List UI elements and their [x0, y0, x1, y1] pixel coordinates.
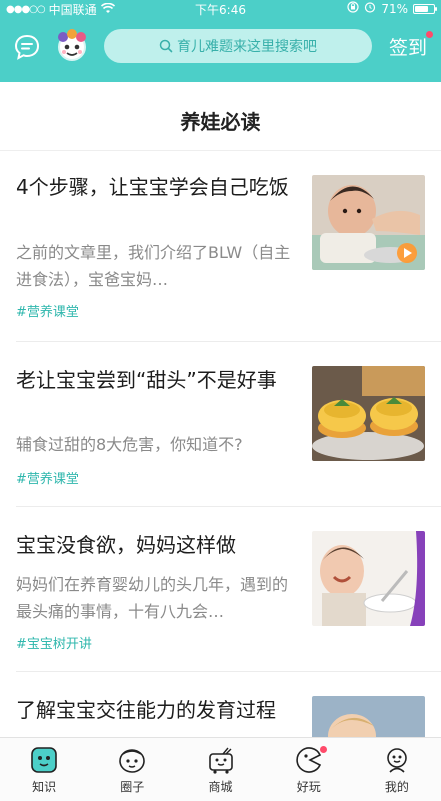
search-bar[interactable]: 育儿难题来这里搜索吧: [104, 29, 372, 63]
top-nav: 育儿难题来这里搜索吧 签到: [0, 18, 441, 82]
status-bar: ●●●○○ 中国联通 下午6:46 71%: [0, 0, 441, 18]
mascot-avatar-icon[interactable]: [55, 27, 89, 65]
tab-badge: [320, 746, 328, 753]
checkin-badge: [426, 31, 433, 38]
tab-label: 好玩: [296, 780, 321, 794]
tab-circle[interactable]: 圈子: [88, 738, 176, 801]
article-thumbnail[interactable]: [312, 531, 425, 626]
article-thumbnail[interactable]: [312, 366, 425, 461]
checkin-button[interactable]: 签到: [388, 31, 433, 60]
search-icon: [159, 39, 173, 53]
article-divider: [16, 671, 441, 672]
tab-label: 知识: [32, 780, 57, 794]
me-icon: [387, 748, 407, 773]
article-tag[interactable]: #营养课堂: [16, 301, 79, 320]
alarm-icon: [364, 1, 376, 16]
message-icon[interactable]: [12, 32, 42, 62]
article-thumbnail[interactable]: [312, 696, 425, 737]
rotation-lock-icon: [347, 1, 359, 16]
article-thumbnail[interactable]: [312, 175, 425, 270]
tab-mall[interactable]: 商城: [176, 738, 264, 801]
tab-knowledge[interactable]: 知识: [0, 738, 88, 801]
mall-icon: [208, 747, 233, 774]
article-divider: [16, 506, 441, 507]
tab-me[interactable]: 我的: [353, 738, 441, 801]
section-divider: [0, 150, 441, 151]
battery-percent: 71%: [381, 1, 408, 16]
battery-icon: [413, 3, 437, 14]
bottom-tab-bar: 知识 圈子 商城 好玩 我的: [0, 737, 441, 801]
knowledge-icon: [31, 747, 57, 773]
fun-icon: [296, 747, 321, 773]
circle-icon: [119, 749, 146, 773]
checkin-label: 签到: [388, 37, 427, 59]
tab-label: 圈子: [120, 780, 145, 794]
article-tag[interactable]: #宝宝树开讲: [16, 633, 92, 652]
article-title[interactable]: 了解宝宝交往能力的发育过程: [16, 694, 306, 726]
tab-label: 我的: [384, 780, 409, 794]
search-placeholder: 育儿难题来这里搜索吧: [177, 39, 317, 55]
article-desc: 妈妈们在养育婴幼儿的头几年，遇到的最头痛的事情，十有八九会…: [16, 575, 289, 621]
article-divider: [16, 341, 441, 342]
article-desc: 辅食过甜的8大危害，你知道不?: [16, 435, 243, 454]
article-tag[interactable]: #营养课堂: [16, 468, 79, 487]
section-title: 养娃必读: [180, 109, 261, 134]
article-title[interactable]: 老让宝宝尝到“甜头”不是好事: [16, 364, 298, 396]
tab-fun[interactable]: 好玩: [265, 738, 353, 801]
article-desc: 之前的文章里，我们介绍了BLW（自主进食法），宝爸宝妈…: [16, 243, 291, 289]
article-title[interactable]: 4个步骤，让宝宝学会自己吃饭: [16, 171, 298, 203]
article-title[interactable]: 宝宝没食欲，妈妈这样做: [16, 529, 298, 561]
app-header: ●●●○○ 中国联通 下午6:46 71% 育儿难题来这里搜索吧 签到: [0, 0, 441, 82]
tab-label: 商城: [208, 780, 233, 794]
